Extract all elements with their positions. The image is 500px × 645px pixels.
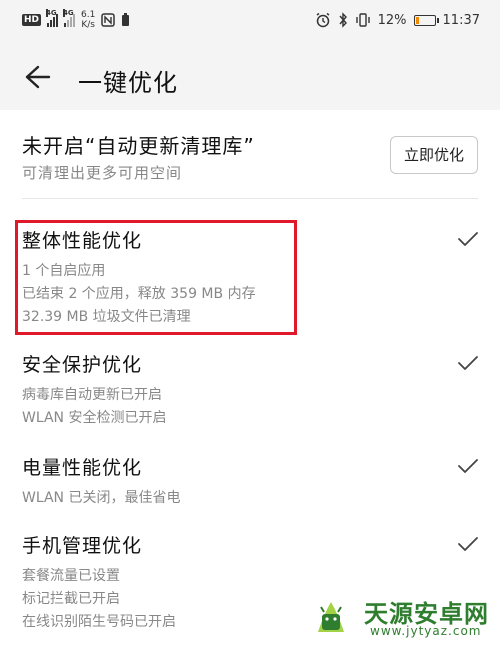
signal-icon-2: 4G	[63, 9, 76, 27]
toolbar: 一键优化	[0, 44, 500, 110]
divider	[22, 198, 478, 199]
nfc-icon	[101, 13, 116, 27]
clock: 11:37	[442, 12, 480, 28]
status-bar-left: HD 4G 4G 6.1 K/s	[22, 9, 130, 30]
check-icon	[458, 356, 478, 370]
check-icon	[458, 459, 478, 473]
vibrate-icon	[355, 13, 370, 27]
section-battery: 电量性能优化 WLAN 已关闭，最佳省电	[0, 453, 500, 513]
section-line: 套餐流量已设置	[22, 568, 120, 584]
check-icon	[458, 537, 478, 551]
section-line: 已结束 2 个应用，释放 359 MB 内存	[22, 286, 256, 302]
section-title: 电量性能优化	[22, 457, 143, 479]
status-bar-right: 12% 11:37	[315, 12, 480, 28]
check-icon	[458, 232, 478, 246]
status-bar: HD 4G 4G 6.1 K/s 12% 11:37	[0, 0, 500, 44]
banner-subtitle: 可清理出更多可用空间	[22, 164, 183, 182]
section-title: 整体性能优化	[22, 230, 143, 252]
section-security: 安全保护优化 病毒库自动更新已开启 WLAN 安全检测已开启	[0, 350, 500, 430]
section-title: 安全保护优化	[22, 354, 143, 376]
watermark-url: www.jytyaz.com	[370, 624, 482, 638]
battery-icon	[413, 14, 439, 26]
speed-value: 6.1	[81, 10, 96, 20]
watermark: 天源安卓网 www.jytyaz.com	[300, 590, 500, 645]
network-type-label: 4G	[46, 9, 57, 17]
sim-battery-icon	[122, 13, 130, 26]
section-performance: 整体性能优化 1 个自启应用 已结束 2 个应用，释放 359 MB 内存 32…	[0, 226, 500, 336]
hd-badge: HD	[22, 14, 42, 26]
section-title: 手机管理优化	[22, 535, 143, 557]
section-line: WLAN 安全检测已开启	[22, 410, 167, 426]
arrow-left-icon[interactable]	[22, 62, 52, 92]
section-line: 1 个自启应用	[22, 263, 106, 279]
section-line: WLAN 已关闭，最佳省电	[22, 490, 181, 506]
alarm-icon	[316, 12, 330, 28]
page-title: 一键优化	[78, 69, 178, 97]
update-banner: 未开启“自动更新清理库” 可清理出更多可用空间 立即优化	[0, 110, 500, 198]
signal-icon: 4G	[46, 9, 59, 27]
section-line: 32.39 MB 垃圾文件已清理	[22, 309, 191, 325]
battery-percent: 12%	[377, 12, 407, 28]
speed-unit: K/s	[81, 20, 95, 30]
section-line: 在线识别陌生号码已开启	[22, 614, 176, 630]
bluetooth-icon	[339, 12, 347, 28]
section-line: 病毒库自动更新已开启	[22, 387, 162, 403]
network-speed: 6.1 K/s	[81, 10, 95, 30]
content-area: 未开启“自动更新清理库” 可清理出更多可用空间 立即优化 整体性能优化 1 个自…	[0, 110, 500, 645]
optimize-now-button[interactable]: 立即优化	[390, 136, 478, 174]
network-type-label-2: 4G	[63, 9, 74, 17]
section-line: 标记拦截已开启	[22, 591, 120, 607]
banner-title: 未开启“自动更新清理库”	[22, 134, 255, 158]
android-logo-icon	[318, 602, 344, 632]
